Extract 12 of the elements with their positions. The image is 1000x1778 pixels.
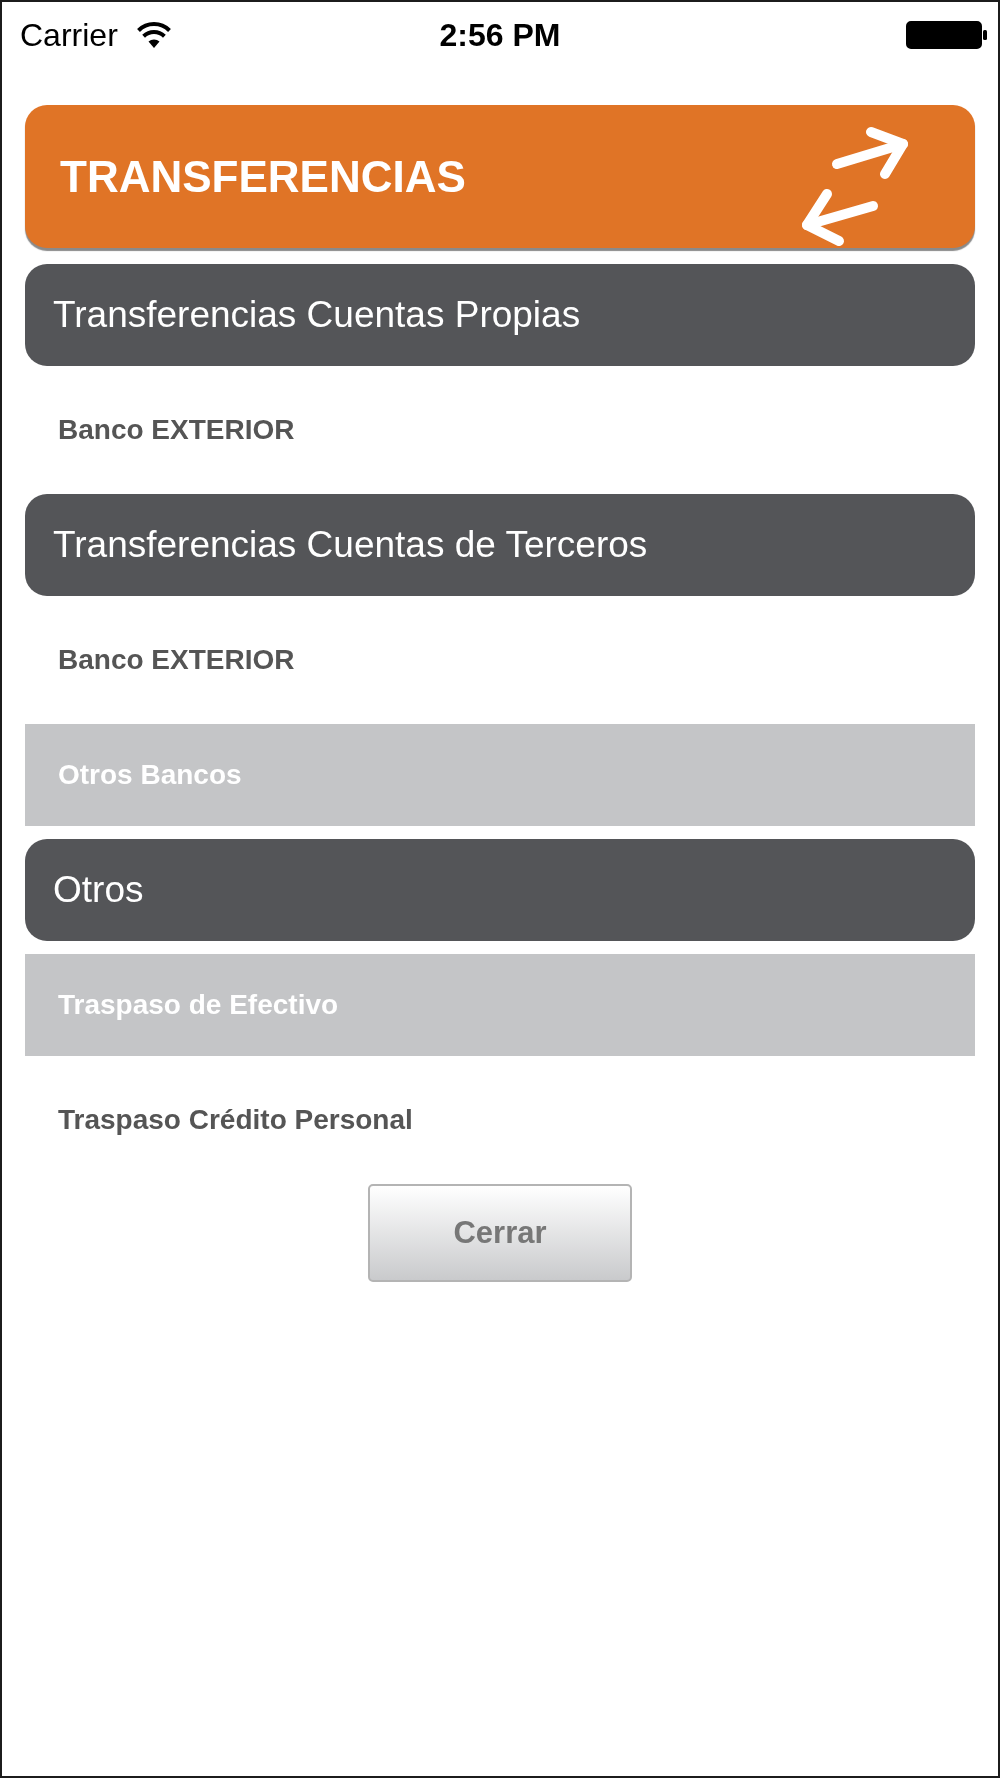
section-header: Transferencias Cuentas de Terceros (25, 494, 975, 596)
header-title: TRANSFERENCIAS (60, 151, 466, 202)
time-label: 2:56 PM (439, 16, 561, 54)
carrier-label: Carrier (20, 16, 118, 54)
menu-item[interactable]: Banco EXTERIOR (58, 414, 295, 446)
wifi-icon (135, 22, 172, 48)
section-header: Transferencias Cuentas Propias (25, 264, 975, 366)
close-button[interactable]: Cerrar (368, 1184, 632, 1282)
section-header: Otros (25, 839, 975, 941)
menu-item[interactable]: Traspaso Crédito Personal (58, 1104, 413, 1136)
battery-icon (906, 21, 988, 49)
menu-item[interactable]: Banco EXTERIOR (58, 644, 295, 676)
